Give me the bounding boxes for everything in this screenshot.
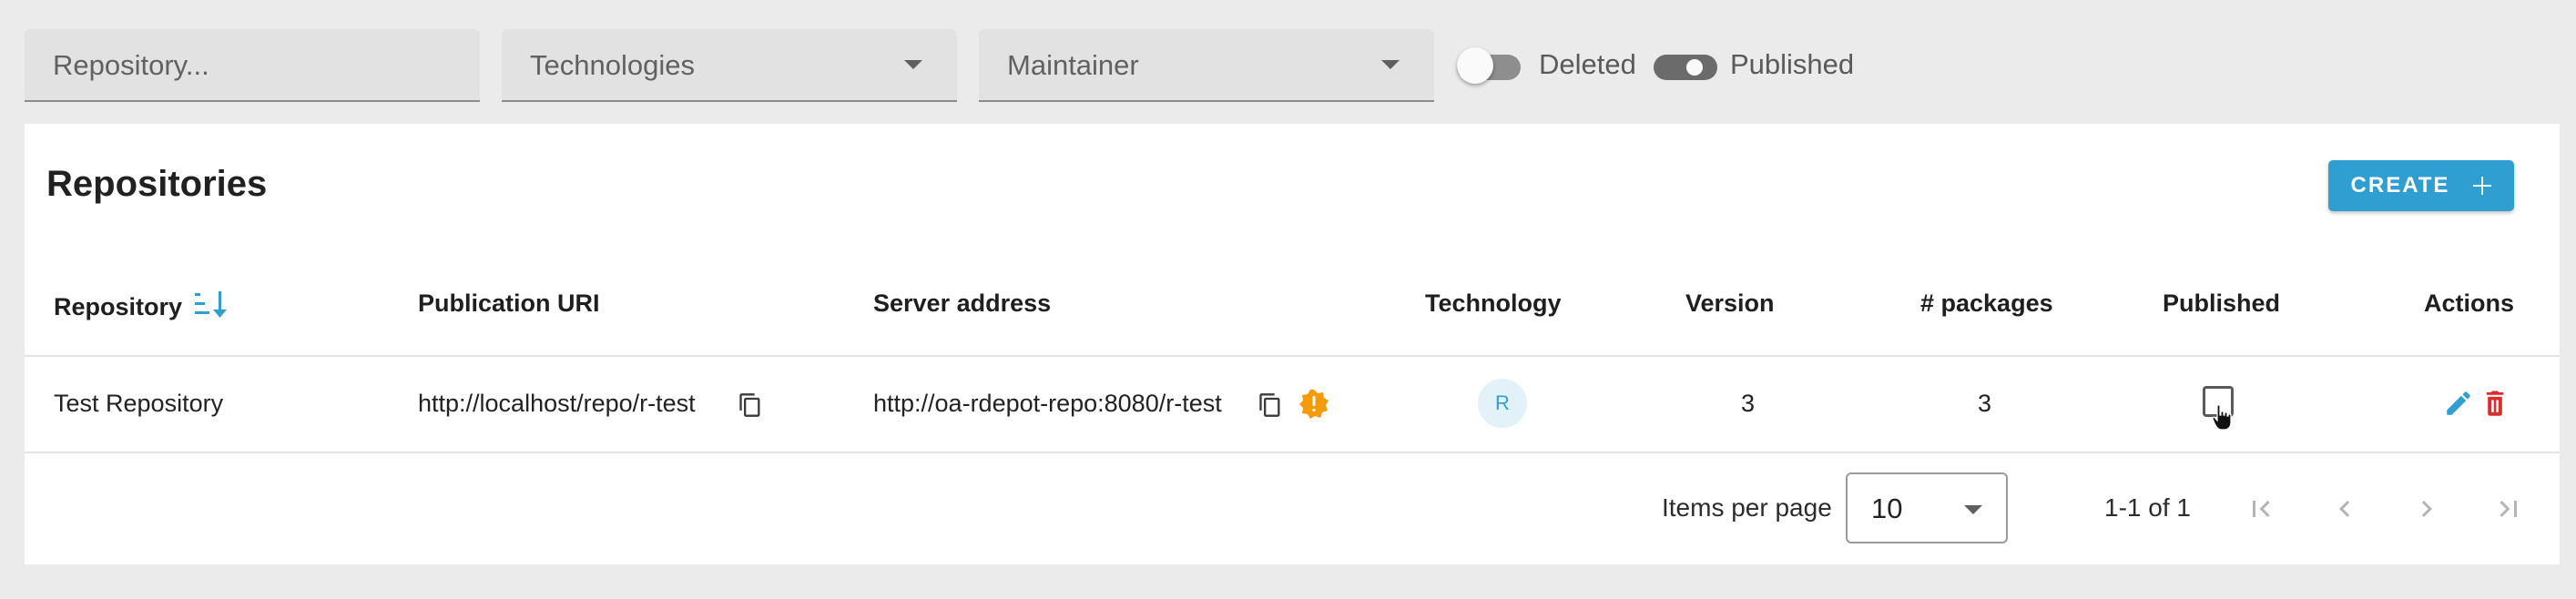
maintainer-select-placeholder: Maintainer xyxy=(1007,49,1139,81)
technology-badge-label: R xyxy=(1495,391,1510,414)
chevron-down-icon xyxy=(1964,505,1982,514)
column-header-published[interactable]: Published xyxy=(2163,289,2280,318)
items-per-page-value: 10 xyxy=(1871,492,1903,524)
repositories-card: Repositories CREATE Repository Publicati… xyxy=(25,124,2560,564)
published-toggle-track xyxy=(1654,55,1717,80)
published-toggle[interactable] xyxy=(1654,47,1721,84)
deleted-toggle-thumb xyxy=(1457,47,1493,84)
repository-search-placeholder: Repository... xyxy=(53,49,209,81)
cell-publication-uri: http://localhost/repo/r-test xyxy=(418,390,696,417)
items-per-page-label: Items per page xyxy=(1662,493,1832,522)
cell-version: 3 xyxy=(1741,390,1756,417)
column-header-version[interactable]: Version xyxy=(1685,289,1775,318)
cell-server-address: http://oa-rdepot-repo:8080/r-test xyxy=(873,390,1222,417)
pagination-range: 1-1 of 1 xyxy=(2104,493,2191,522)
chevron-down-icon xyxy=(1381,60,1400,69)
chevron-down-icon xyxy=(904,60,922,69)
warning-icon[interactable] xyxy=(1298,388,1330,421)
items-per-page-select[interactable]: 10 xyxy=(1846,472,2008,543)
published-toggle-thumb xyxy=(1686,59,1703,76)
next-page-icon[interactable] xyxy=(2410,492,2443,525)
published-toggle-label: Published xyxy=(1730,48,1855,80)
technologies-select-placeholder: Technologies xyxy=(530,49,695,81)
column-header-server-address[interactable]: Server address xyxy=(873,289,1051,318)
maintainer-select[interactable]: Maintainer xyxy=(979,29,1434,102)
cell-packages: 3 xyxy=(1978,390,1992,417)
last-page-icon[interactable] xyxy=(2492,492,2525,525)
row-divider xyxy=(25,452,2560,453)
column-header-technology[interactable]: Technology xyxy=(1425,289,1562,318)
deleted-toggle-label: Deleted xyxy=(1539,48,1636,80)
column-header-packages[interactable]: # packages xyxy=(1920,289,2053,318)
plus-icon xyxy=(2473,177,2492,195)
technologies-select[interactable]: Technologies xyxy=(502,29,957,102)
sort-icon[interactable] xyxy=(193,289,229,320)
header-divider xyxy=(25,355,2560,357)
page-title: Repositories xyxy=(46,164,268,204)
repository-search-input[interactable]: Repository... xyxy=(25,29,480,102)
copy-icon[interactable] xyxy=(738,391,763,419)
previous-page-icon[interactable] xyxy=(2328,492,2361,525)
cursor-pointer-icon xyxy=(2212,404,2232,431)
column-header-label: Repository xyxy=(54,293,183,320)
deleted-toggle[interactable] xyxy=(1457,47,1530,84)
column-header-repository[interactable]: Repository xyxy=(54,289,229,321)
delete-icon[interactable] xyxy=(2479,388,2510,419)
technology-badge: R xyxy=(1478,379,1527,428)
first-page-icon[interactable] xyxy=(2245,492,2277,525)
column-header-publication-uri[interactable]: Publication URI xyxy=(418,289,600,318)
column-header-actions: Actions xyxy=(2424,289,2515,317)
create-button[interactable]: CREATE xyxy=(2328,160,2514,211)
edit-icon[interactable] xyxy=(2443,388,2474,419)
create-button-label: CREATE xyxy=(2350,173,2450,198)
cell-repository: Test Repository xyxy=(54,390,224,417)
copy-icon[interactable] xyxy=(1257,391,1283,419)
filter-bar: Repository... Technologies Maintainer De… xyxy=(0,0,2576,123)
